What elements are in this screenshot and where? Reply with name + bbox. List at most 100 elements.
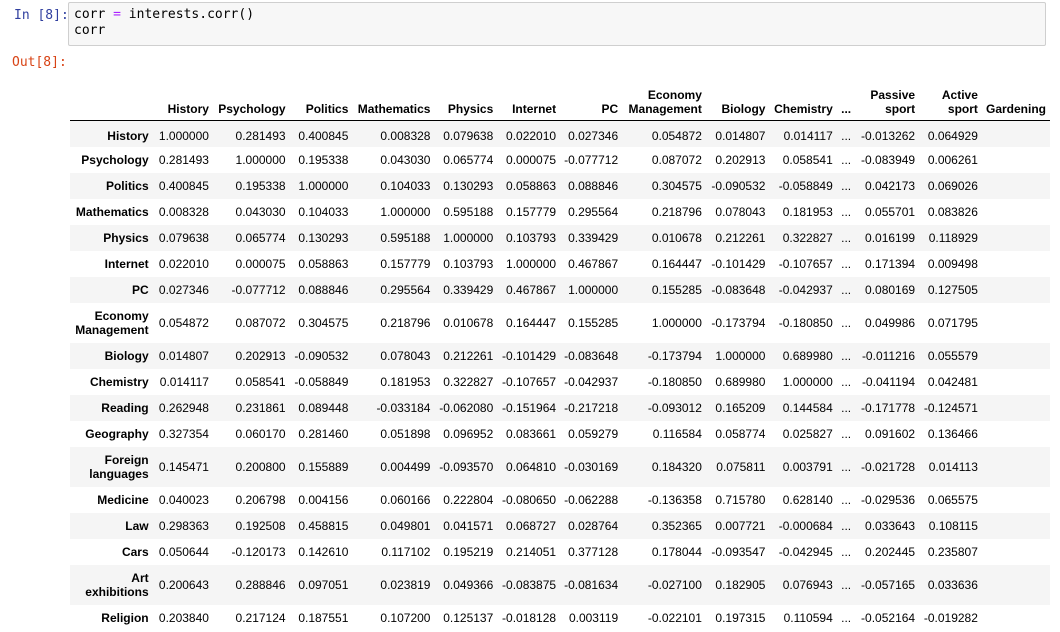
table-cell: 1.000000: [506, 256, 557, 271]
header-row: History Psychology Politics Mathematics Phys…: [70, 70, 1050, 121]
table-row: Foreign languages 0.145471 0.200800 0.155889…: [70, 446, 1050, 487]
table-cell: 0.218796: [651, 204, 702, 219]
table-cell: 0.171394: [865, 256, 916, 271]
table-cell: -0.173794: [647, 348, 702, 363]
table-cell: -0.033184: [376, 400, 431, 415]
table-row: Cars 0.050644 -0.120173 0.142610 0.117102 0.1…: [70, 539, 1050, 565]
table-cell: 0.078043: [380, 348, 431, 363]
table-cell: [982, 447, 1050, 487]
table-row: Religion 0.203840 0.217124 0.187551 0.107200…: [70, 605, 1050, 631]
table-cell: -0.042937: [564, 374, 619, 389]
table-row: Politics 0.400845 0.195338 1.000000 0.104033…: [70, 172, 1050, 199]
code-line-2: corr: [74, 23, 106, 38]
table-cell: -0.083648: [564, 348, 619, 363]
table-cell: 0.060170: [235, 426, 286, 441]
table-cell: 0.182905: [715, 577, 766, 592]
table-cell: 1.000000: [235, 152, 286, 167]
table-cell: -0.013262: [861, 128, 916, 143]
table-cell: 0.079638: [158, 230, 209, 245]
table-cell: 0.304575: [651, 178, 702, 193]
table-cell: 0.164447: [506, 315, 557, 330]
row-label: Foreign languages: [89, 452, 149, 481]
row-label: Medicine: [97, 492, 149, 507]
table-cell: ...: [841, 204, 852, 219]
table-cell: -0.083648: [711, 282, 766, 297]
table-cell: -0.062288: [564, 492, 619, 507]
table-cell: 0.595188: [443, 204, 494, 219]
table-cell: 0.467867: [568, 256, 619, 271]
code-operator: =: [113, 7, 121, 22]
table-cell: ...: [841, 610, 852, 625]
table-cell: -0.029536: [861, 492, 916, 507]
table-cell: 0.235807: [927, 544, 978, 559]
column-header: Passive sport: [870, 88, 916, 116]
table-cell: 0.028764: [568, 518, 619, 533]
table-cell: 0.049366: [443, 577, 494, 592]
table-cell: 0.000075: [506, 152, 557, 167]
table-cell: 0.033643: [865, 518, 916, 533]
output-area[interactable]: History Psychology Politics Mathematics Phys…: [70, 70, 1050, 632]
table-cell: 0.042481: [927, 374, 978, 389]
table-cell: 0.065774: [443, 152, 494, 167]
table-row: Chemistry 0.014117 0.058541 -0.058849 0.1819…: [70, 369, 1050, 395]
table-cell: 0.628140: [782, 492, 833, 507]
table-row: Mathematics 0.008328 0.043030 0.104033 1.000…: [70, 199, 1050, 225]
table-cell: -0.077712: [231, 282, 286, 297]
table-cell: ...: [841, 282, 852, 297]
table-row: PC 0.027346 -0.077712 0.088846 0.295564 0.339…: [70, 276, 1050, 303]
table-cell: -0.171778: [861, 400, 916, 415]
table-cell: 0.155285: [651, 282, 702, 297]
table-cell: 0.104033: [298, 204, 349, 219]
table-cell: 0.136466: [927, 426, 978, 441]
table-cell: 0.049986: [865, 315, 916, 330]
table-cell: 0.027346: [568, 128, 619, 143]
table-cell: 0.281460: [298, 426, 349, 441]
table-cell: 0.715780: [715, 492, 766, 507]
table-cell: -0.011216: [861, 348, 916, 363]
table-cell: ...: [841, 518, 852, 533]
table-cell: 0.079638: [443, 128, 494, 143]
code-text[interactable]: corr = interests.corr() corr: [74, 7, 254, 39]
table-cell: 0.218796: [380, 315, 431, 330]
table-cell: -0.136358: [647, 492, 702, 507]
table-cell: 0.107200: [380, 610, 431, 625]
table-cell: 0.087072: [235, 315, 286, 330]
table-cell: -0.090532: [711, 178, 766, 193]
table-row: Geography 0.327354 0.060170 0.281460 0.05189…: [70, 421, 1050, 447]
table-cell: [982, 513, 1050, 539]
table-cell: ...: [841, 128, 852, 143]
table-cell: -0.101429: [502, 348, 557, 363]
table-cell: -0.124571: [923, 400, 978, 415]
table-cell: 0.033636: [927, 577, 978, 592]
table-cell: 0.104033: [380, 178, 431, 193]
table-cell: 0.023819: [380, 577, 431, 592]
table-cell: 0.014117: [159, 374, 209, 389]
table-cell: 0.058863: [298, 256, 349, 271]
output-prompt: Out[8]:: [12, 55, 67, 70]
code-editor[interactable]: corr = interests.corr() corr: [68, 2, 1046, 46]
table-cell: 0.004156: [298, 492, 349, 507]
table-cell: 0.281493: [235, 128, 286, 143]
column-header: Chemistry: [774, 102, 833, 116]
table-cell: -0.107657: [778, 256, 833, 271]
table-cell: [982, 303, 1050, 343]
table-cell: -0.173794: [711, 315, 766, 330]
table-cell: 0.295564: [568, 204, 619, 219]
table-cell: -0.027100: [647, 577, 702, 592]
input-cell[interactable]: In [8]: corr = interests.corr() corr: [0, 0, 1060, 50]
table-cell: 0.040023: [158, 492, 209, 507]
table-cell: 0.327354: [158, 426, 209, 441]
table-cell: 0.165209: [715, 400, 766, 415]
table-cell: 0.083826: [927, 204, 978, 219]
column-header: Active sport: [941, 88, 978, 116]
column-header: History: [167, 102, 209, 116]
table-cell: 0.295564: [380, 282, 431, 297]
table-cell: 0.192508: [235, 518, 286, 533]
table-cell: [982, 147, 1050, 173]
table-cell: 0.212261: [443, 348, 494, 363]
row-label: Biology: [104, 348, 149, 363]
table-cell: 0.212261: [715, 230, 766, 245]
table-row: Physics 0.079638 0.065774 0.130293 0.595188 1…: [70, 224, 1050, 251]
table-cell: 0.231861: [235, 400, 286, 415]
table-cell: -0.180850: [647, 374, 702, 389]
